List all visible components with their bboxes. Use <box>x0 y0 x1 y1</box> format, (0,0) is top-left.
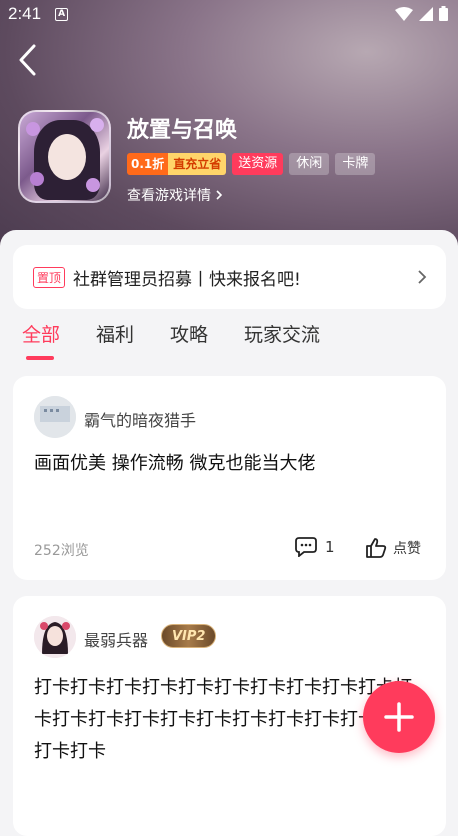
view-count: 252浏览 <box>34 543 89 559</box>
status-time: 2:41 <box>8 4 42 23</box>
pinned-badge: 置顶 <box>33 266 66 288</box>
like-button[interactable]: 点赞 <box>365 537 421 559</box>
post-card[interactable]: 霸气的暗夜猎手 画面优美 操作流畅 微克也能当大佬 252浏览 1 点赞 <box>13 376 446 580</box>
tab-player-chat[interactable]: 玩家交流 <box>244 320 320 357</box>
tab-guides[interactable]: 攻略 <box>170 320 208 357</box>
vip-badge: VIP2 <box>161 624 217 648</box>
a-icon: A <box>55 7 69 21</box>
username[interactable]: 霸气的暗夜猎手 <box>84 407 196 431</box>
category-tabs: 全部 福利 攻略 玩家交流 <box>22 320 356 360</box>
signal-icon <box>419 6 433 21</box>
chevron-right-icon <box>418 270 427 284</box>
status-bar: 2:41 A <box>0 0 458 28</box>
post-text: 画面优美 操作流畅 微克也能当大佬 <box>34 453 316 474</box>
comment-icon <box>295 537 317 557</box>
discount-tag: 0.1折 直充立省 <box>127 153 227 175</box>
active-tab-indicator <box>26 356 54 360</box>
battery-icon <box>439 6 448 21</box>
comment-button[interactable]: 1 <box>295 537 335 557</box>
game-tags: 0.1折 直充立省 送资源 休闲 卡牌 <box>127 153 376 175</box>
avatar[interactable] <box>34 616 76 658</box>
wifi-icon <box>395 6 413 21</box>
view-game-details-link[interactable]: 查看游戏详情 <box>127 185 223 205</box>
game-app-icon <box>18 110 111 203</box>
plus-icon <box>384 702 414 732</box>
game-title: 放置与召唤 <box>127 118 238 143</box>
avatar[interactable] <box>34 396 76 438</box>
username[interactable]: 最弱兵器 <box>84 627 148 651</box>
tab-welfare[interactable]: 福利 <box>96 320 134 357</box>
pinned-text: 社群管理员招募丨快来报名吧! <box>73 269 301 290</box>
tag-resources: 送资源 <box>232 153 284 175</box>
pinned-post[interactable]: 置顶 社群管理员招募丨快来报名吧! <box>13 245 446 309</box>
create-post-button[interactable] <box>363 681 435 753</box>
tag-casual: 休闲 <box>289 153 330 175</box>
thumbs-up-icon <box>366 538 387 558</box>
tag-card: 卡牌 <box>335 153 376 175</box>
back-arrow-icon[interactable] <box>14 42 44 78</box>
tab-all[interactable]: 全部 <box>22 320 60 360</box>
chevron-right-icon <box>216 190 223 200</box>
